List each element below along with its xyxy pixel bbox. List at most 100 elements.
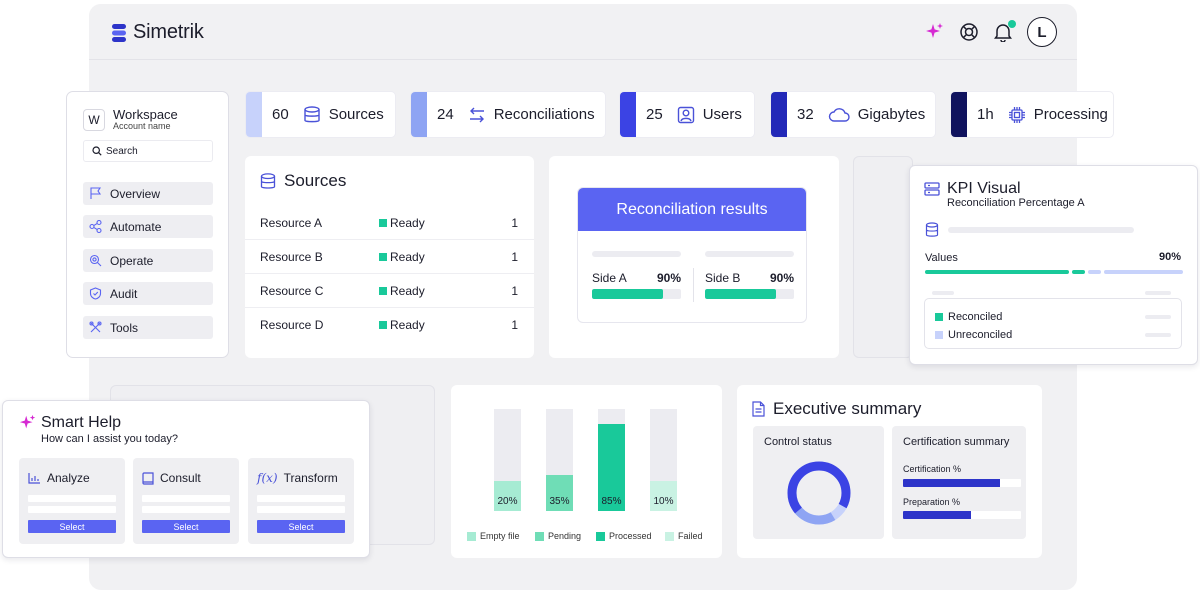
certification-fill — [903, 479, 1000, 487]
placeholder-line — [28, 506, 116, 513]
nav-label: Overview — [110, 186, 161, 201]
smart-help-title: Smart Help — [41, 414, 122, 431]
brand-logo[interactable]: Simetrik — [111, 21, 204, 44]
stat-label: Users — [702, 106, 742, 123]
tools-icon — [89, 321, 102, 333]
kpi-title: KPI Visual — [947, 180, 1021, 197]
legend-unreconciled: Unreconciled — [935, 329, 1012, 341]
legend-item: Failed — [665, 531, 703, 541]
bell-icon[interactable] — [993, 20, 1016, 42]
control-status-panel[interactable]: Control status — [753, 426, 884, 539]
workspace-badge: W — [83, 108, 105, 131]
search-placeholder: Search — [106, 145, 138, 157]
table-row[interactable]: Resource D Ready 1 — [245, 308, 534, 342]
side-b-progress — [705, 289, 794, 299]
option-label: Consult — [160, 471, 201, 485]
stat-value: 1h — [977, 106, 994, 123]
placeholder-line — [28, 495, 116, 502]
user-avatar[interactable]: L — [1027, 17, 1057, 47]
bar-failed[interactable]: 10% — [650, 481, 677, 511]
bar-track-failed: 10% — [650, 409, 677, 511]
divider — [693, 268, 694, 302]
bar-pending[interactable]: 35% — [546, 475, 573, 511]
legend-label: Empty file — [480, 531, 520, 541]
table-row[interactable]: Resource B Ready 1 — [245, 240, 534, 274]
sources-title: Sources — [260, 171, 346, 191]
resource-name: Resource D — [260, 318, 324, 332]
nav-item-overview[interactable]: Overview — [83, 182, 213, 205]
background-panel — [853, 156, 913, 358]
values-bar-segment — [1072, 270, 1085, 274]
bar-processed[interactable]: 85% — [598, 424, 625, 511]
status-dot — [379, 287, 387, 295]
certification-label: Certification % — [903, 464, 962, 474]
nav-item-automate[interactable]: Automate — [83, 215, 213, 238]
resource-name: Resource C — [260, 284, 324, 298]
search-input[interactable]: Search — [83, 140, 213, 162]
select-button[interactable]: Select — [28, 520, 116, 533]
select-button[interactable]: Select — [142, 520, 230, 533]
stat-label: Gigabytes — [857, 106, 926, 123]
option-consult[interactable]: Consult Select — [133, 458, 239, 544]
status-text: Ready — [390, 284, 425, 298]
stat-accent — [411, 92, 427, 137]
status-text: Ready — [390, 216, 425, 230]
nav-item-audit[interactable]: Audit — [83, 282, 213, 305]
reconciliation-title: Reconciliation results — [578, 188, 806, 231]
bar-data-label: 85% — [601, 496, 622, 507]
resource-count: 1 — [511, 216, 518, 230]
legend-label: Processed — [609, 531, 652, 541]
stat-reconciliations[interactable]: 24 Reconciliations — [410, 91, 606, 138]
side-a-fill — [592, 289, 664, 299]
legend-item: Pending — [535, 531, 581, 541]
simetrik-logo-icon — [112, 23, 126, 42]
certification-summary-panel[interactable]: Certification summary Certification % Pr… — [892, 426, 1026, 539]
option-analyze[interactable]: Analyze Select — [19, 458, 125, 544]
stat-value: 25 — [646, 106, 663, 123]
side-a: Side A 90% — [592, 271, 681, 285]
search-icon — [92, 146, 102, 156]
workspace-switcher[interactable]: W Workspace Account name — [83, 108, 178, 131]
sources-card: Sources Resource A Ready 1 Resource B Re… — [245, 156, 534, 358]
nav-item-operate[interactable]: Operate — [83, 249, 213, 272]
values-bar-unreconciled — [1104, 270, 1183, 274]
stat-value: 32 — [797, 106, 814, 123]
stat-gigabytes[interactable]: 32 Gigabytes — [770, 91, 936, 138]
nav-label: Audit — [110, 286, 138, 301]
shield-icon — [89, 287, 102, 300]
status-text: Ready — [390, 250, 425, 264]
bar-data-label: 35% — [549, 496, 570, 507]
legend-label: Reconciled — [948, 311, 1003, 323]
stat-sources[interactable]: 60 Sources — [245, 91, 396, 138]
option-title: Consult — [142, 471, 201, 485]
option-transform[interactable]: f(x) Transform Select — [248, 458, 354, 544]
top-bar: Simetrik L — [89, 4, 1077, 60]
status-bar-chart: 20% 35% 85% 10% Empty file Pending Processed F… — [451, 385, 722, 558]
side-b-value: 90% — [769, 271, 794, 285]
sparkle-icon[interactable] — [925, 22, 945, 42]
kpi-legend: Reconciled Unreconciled — [924, 291, 1182, 349]
stat-processing[interactable]: 1h Processing — [950, 91, 1114, 138]
notification-dot — [1008, 20, 1016, 28]
table-row[interactable]: Resource C Ready 1 — [245, 274, 534, 308]
status-dot — [379, 321, 387, 329]
bar-empty-file[interactable]: 20% — [494, 481, 521, 511]
cpu-chip-icon — [1008, 106, 1025, 123]
stat-users[interactable]: 25 Users — [619, 91, 755, 138]
values-bar-segment — [1088, 270, 1101, 274]
database-icon — [303, 105, 320, 122]
resource-name: Resource B — [260, 250, 323, 264]
arrows-swap-icon — [469, 107, 484, 122]
table-row[interactable]: Resource A Ready 1 — [245, 206, 534, 240]
help-lifebuoy-icon[interactable] — [959, 22, 979, 42]
select-button[interactable]: Select — [257, 520, 345, 533]
resource-count: 1 — [511, 250, 518, 264]
status-text: Ready — [390, 318, 425, 332]
kpi-visual-card: KPI Visual Reconciliation Percentage A V… — [909, 165, 1198, 365]
nav-item-tools[interactable]: Tools — [83, 316, 213, 339]
status-badge: Ready — [379, 250, 425, 264]
reconciliation-results[interactable]: Reconciliation results Side A 90% Side B… — [577, 187, 807, 323]
nav-label: Operate — [110, 253, 154, 268]
sources-title-text: Sources — [284, 171, 347, 190]
option-label: Analyze — [47, 471, 90, 485]
